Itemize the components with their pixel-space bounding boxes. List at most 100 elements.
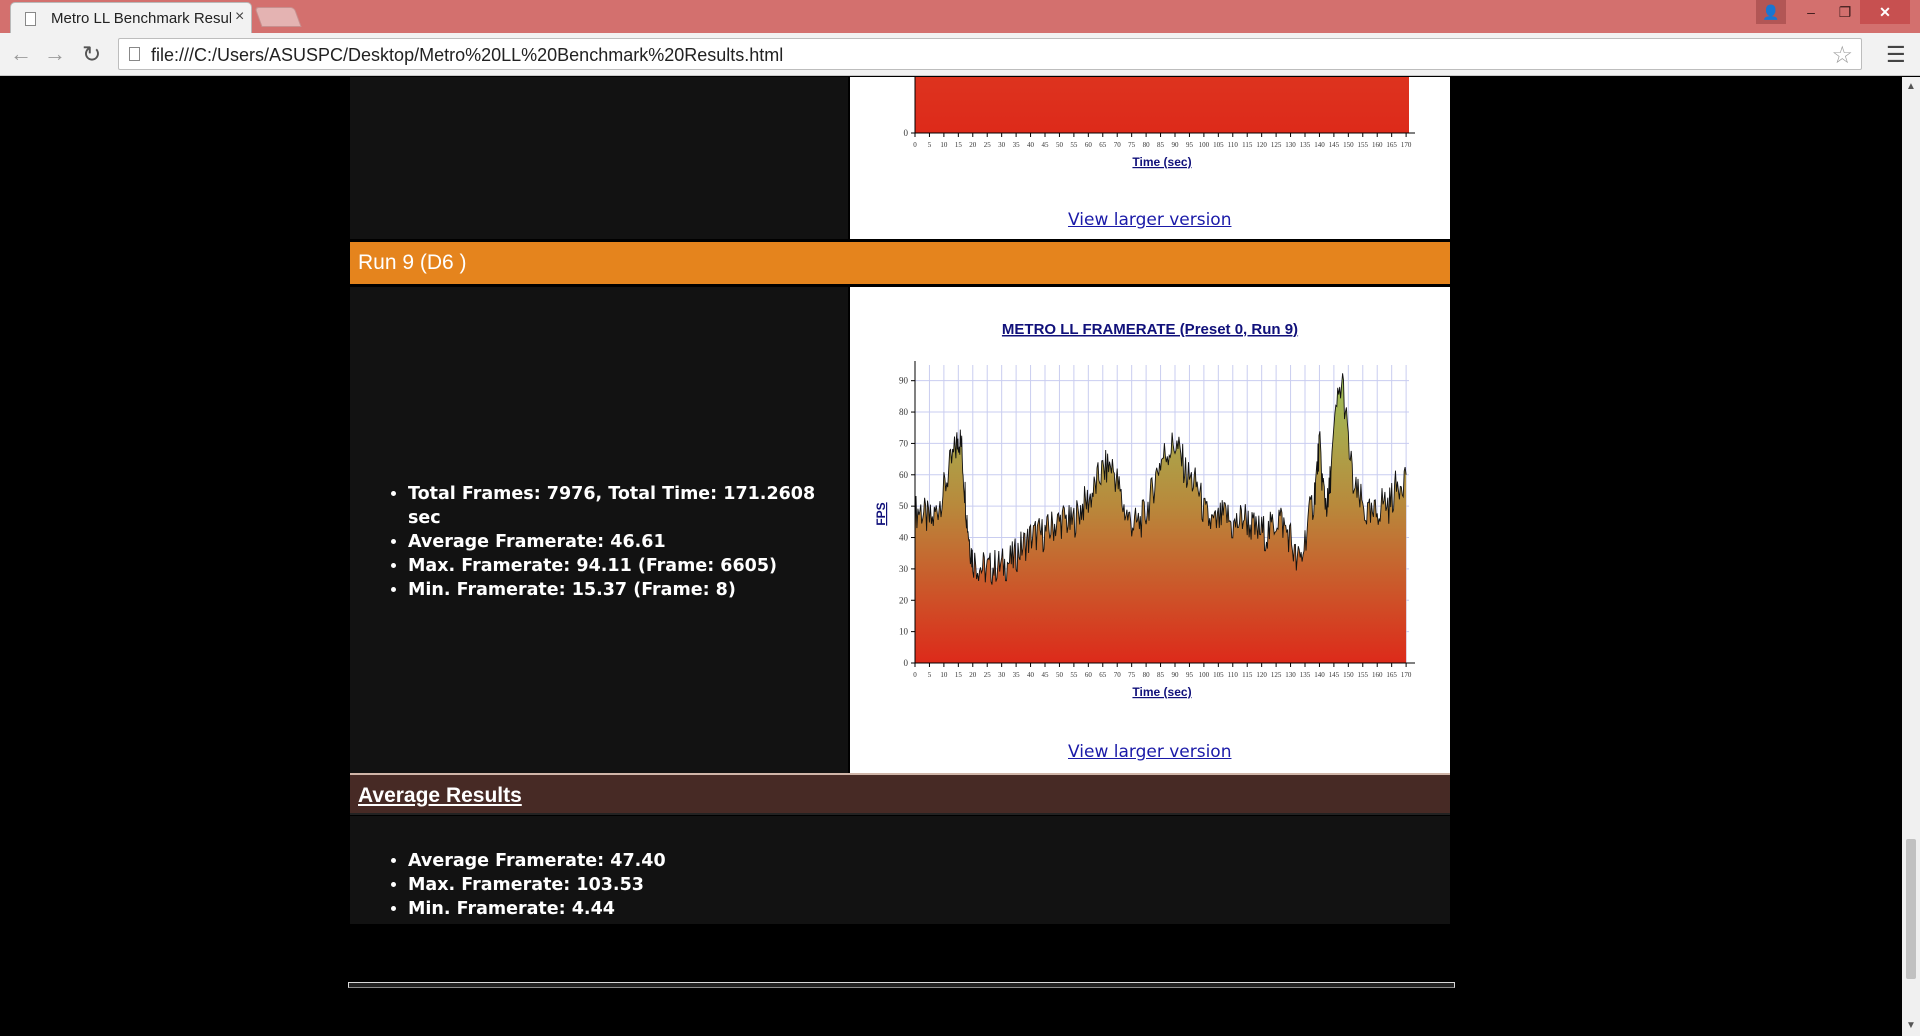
x-tick-label: 120 xyxy=(1256,671,1267,679)
x-tick-label: 170 xyxy=(1401,671,1412,679)
x-tick-label: 30 xyxy=(998,671,1006,679)
menu-icon[interactable]: ☰ xyxy=(1886,42,1906,68)
x-tick-label: 75 xyxy=(1128,141,1136,149)
x-tick-label: 60 xyxy=(1085,671,1093,679)
x-tick-label: 145 xyxy=(1329,141,1340,149)
avg-stat-min-framerate: Min. Framerate: 4.44 xyxy=(408,897,950,921)
x-tick-label: 110 xyxy=(1228,671,1239,679)
x-tick-label: 30 xyxy=(998,141,1006,149)
x-tick-label: 155 xyxy=(1358,671,1369,679)
y-tick-label: 70 xyxy=(899,438,909,448)
x-tick-label: 10 xyxy=(940,671,948,679)
x-tick-label: 90 xyxy=(1172,671,1180,679)
run9-header: Run 9 (D6 ) xyxy=(350,242,1450,284)
x-tick-label: 100 xyxy=(1199,671,1210,679)
title-bar: Metro LL Benchmark Results × 👤 – ❐ ✕ xyxy=(0,0,1920,33)
x-tick-label: 160 xyxy=(1372,141,1383,149)
x-tick-label: 110 xyxy=(1228,141,1239,149)
x-tick-label: 150 xyxy=(1343,141,1354,149)
x-tick-label: 125 xyxy=(1271,671,1282,679)
x-tick-label: 40 xyxy=(1027,141,1035,149)
x-tick-label: 65 xyxy=(1099,141,1107,149)
average-stats-list: Average Framerate: 47.40 Max. Framerate:… xyxy=(350,849,950,921)
stat-max-framerate: Max. Framerate: 94.11 (Frame: 6605) xyxy=(408,554,848,578)
x-tick-label: 50 xyxy=(1056,141,1064,149)
stat-average-framerate: Average Framerate: 46.61 xyxy=(408,530,848,554)
close-tab-icon[interactable]: × xyxy=(235,8,244,26)
y-tick-label: 10 xyxy=(899,627,909,637)
x-tick-label: 140 xyxy=(1314,141,1325,149)
run9-framerate-chart: 0 10 20 30 40 50 60 70 80 90 0 5 10 15 20 25 30 35 40 45 50 5… xyxy=(874,321,1415,699)
x-tick-label: 105 xyxy=(1213,671,1224,679)
view-larger-link-prev[interactable]: View larger version xyxy=(1068,210,1231,230)
average-results-header: Average Results xyxy=(350,773,1450,815)
x-tick-label: 100 xyxy=(1199,141,1210,149)
browser-tab[interactable]: Metro LL Benchmark Results × xyxy=(10,2,252,33)
x-tick-label: 15 xyxy=(955,141,963,149)
x-tick-label: 85 xyxy=(1157,141,1165,149)
scrollbar-thumb[interactable] xyxy=(1906,839,1916,979)
vertical-scrollbar[interactable]: ▲ ▼ xyxy=(1902,77,1920,1036)
x-tick-label: 25 xyxy=(984,671,992,679)
page-viewport: 0100510152025303540455055606570758085909… xyxy=(0,77,1902,1036)
x-tick-label: 150 xyxy=(1343,671,1354,679)
x-tick-label: 65 xyxy=(1099,671,1107,679)
x-tick-label: 60 xyxy=(1085,141,1093,149)
new-tab-button[interactable] xyxy=(254,7,302,27)
x-tick-label: 0 xyxy=(913,141,917,149)
x-tick-label: 115 xyxy=(1242,671,1253,679)
close-window-button[interactable]: ✕ xyxy=(1860,0,1910,24)
y-tick-label: 60 xyxy=(899,470,909,480)
x-tick-label: 115 xyxy=(1242,141,1253,149)
x-tick-label: 80 xyxy=(1143,141,1151,149)
bookmark-star-icon[interactable]: ☆ xyxy=(1831,41,1853,70)
x-tick-label: 15 xyxy=(955,671,963,679)
avg-stat-average-framerate: Average Framerate: 47.40 xyxy=(408,849,950,873)
x-tick-label: 120 xyxy=(1256,141,1267,149)
prev-run-chart-panel: 0 100 5 10 15 20 25 30 35 40 45 50 55 60 65 70 75 80 85 90 9… xyxy=(850,77,1450,239)
minimize-button[interactable]: – xyxy=(1794,0,1828,24)
run9-chart-panel: 0 10 20 30 40 50 60 70 80 90 0 5 10 15 20 25 30 35 40 45 50 5… xyxy=(850,287,1450,773)
chart-title: METRO LL FRAMERATE (Preset 0, Run 9) xyxy=(1002,321,1298,338)
y-tick-label: 0 xyxy=(904,658,909,668)
view-larger-link-run9[interactable]: View larger version xyxy=(1068,742,1231,762)
back-arrow-icon[interactable]: ← xyxy=(10,42,32,66)
run9-stats-list: Total Frames: 7976, Total Time: 171.2608… xyxy=(350,482,848,602)
x-tick-label: 160 xyxy=(1372,671,1383,679)
x-tick-label: 35 xyxy=(1013,141,1021,149)
x-tick-label: 130 xyxy=(1285,141,1296,149)
scroll-up-arrow-icon[interactable]: ▲ xyxy=(1906,81,1916,92)
horizontal-rule xyxy=(348,982,1455,988)
maximize-button[interactable]: ❐ xyxy=(1828,0,1862,24)
browser-toolbar: ← → ↻ file:///C:/Users/ASUSPC/Desktop/Me… xyxy=(0,33,1920,76)
x-tick-label: 45 xyxy=(1042,671,1050,679)
x-tick-label: 35 xyxy=(1013,671,1021,679)
reload-icon[interactable]: ↻ xyxy=(82,42,101,66)
stat-min-framerate: Min. Framerate: 15.37 (Frame: 8) xyxy=(408,578,848,602)
stat-total-frames: Total Frames: 7976, Total Time: 171.2608… xyxy=(408,482,848,530)
x-tick-label: 125 xyxy=(1271,141,1282,149)
x-tick-label: 55 xyxy=(1070,141,1078,149)
tab-title: Metro LL Benchmark Results xyxy=(51,10,231,27)
address-bar[interactable]: file:///C:/Users/ASUSPC/Desktop/Metro%20… xyxy=(118,38,1862,70)
x-tick-label: 5 xyxy=(928,671,932,679)
x-tick-label: 165 xyxy=(1386,671,1397,679)
x-tick-label: 0 xyxy=(913,671,917,679)
x-tick-label: 135 xyxy=(1300,141,1311,149)
x-axis-title: Time (sec) xyxy=(1132,685,1191,699)
y-tick-label: 80 xyxy=(899,407,909,417)
url-text[interactable]: file:///C:/Users/ASUSPC/Desktop/Metro%20… xyxy=(151,45,783,66)
x-tick-label: 10 xyxy=(940,141,948,149)
page-icon xyxy=(25,12,36,26)
x-tick-label: 135 xyxy=(1300,671,1311,679)
x-tick-label: 70 xyxy=(1114,671,1122,679)
average-results-panel: Average Framerate: 47.40 Max. Framerate:… xyxy=(350,816,1450,924)
profile-icon[interactable]: 👤 xyxy=(1756,0,1786,24)
forward-arrow-icon[interactable]: → xyxy=(44,42,66,66)
x-tick-label: 55 xyxy=(1070,671,1078,679)
x-tick-label: 80 xyxy=(1143,671,1151,679)
scroll-down-arrow-icon[interactable]: ▼ xyxy=(1906,1020,1916,1031)
prev-run-stats-panel xyxy=(350,77,848,239)
x-tick-label: 25 xyxy=(984,141,992,149)
x-tick-label: 85 xyxy=(1157,671,1165,679)
